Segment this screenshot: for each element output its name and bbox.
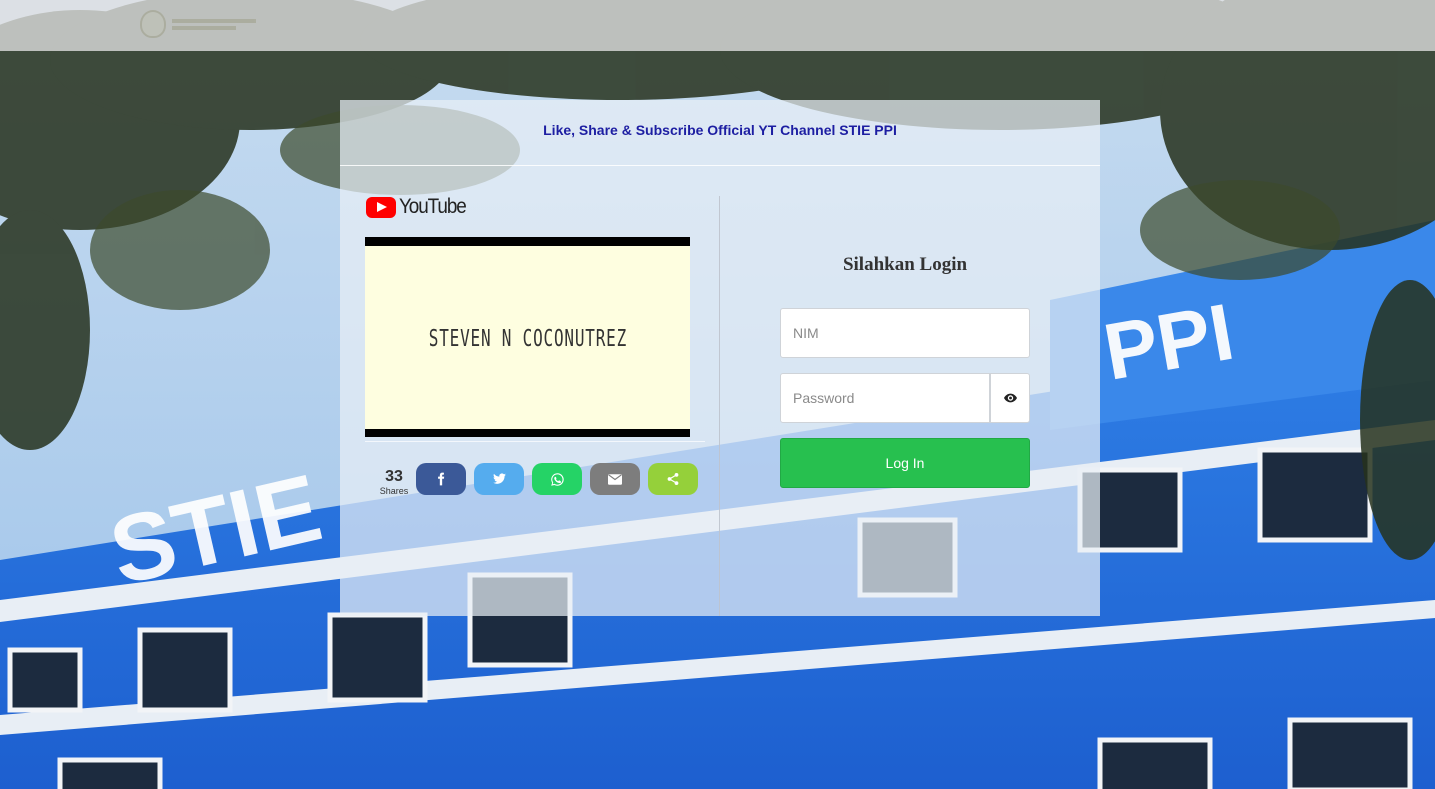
- main-panel: Like, Share & Subscribe Official YT Chan…: [340, 100, 1100, 616]
- login-button[interactable]: Log In: [780, 438, 1030, 488]
- password-input[interactable]: [780, 373, 990, 423]
- email-icon: [608, 473, 622, 485]
- toggle-password-button[interactable]: [990, 373, 1030, 423]
- share-facebook-button[interactable]: [416, 463, 466, 495]
- youtube-play-icon: [366, 196, 396, 218]
- share-icon: [667, 473, 679, 485]
- crest-icon: [140, 10, 166, 38]
- whatsapp-icon: [550, 472, 564, 486]
- promo-text: Like, Share & Subscribe Official YT Chan…: [543, 121, 897, 138]
- video-divider: [365, 441, 705, 442]
- share-count-label: Shares: [379, 486, 409, 496]
- column-divider: [719, 196, 720, 616]
- eye-icon: [1003, 393, 1017, 403]
- share-sharethis-button[interactable]: [648, 463, 698, 495]
- share-counter: 33 Shares: [376, 468, 412, 496]
- video-title-card: STEVEN N COCONUTREZ: [428, 323, 627, 352]
- video-thumbnail[interactable]: STEVEN N COCONUTREZ: [365, 246, 690, 429]
- top-navbar: [0, 0, 1435, 51]
- share-count: 33: [385, 468, 403, 485]
- youtube-logo[interactable]: YouTube: [366, 195, 473, 219]
- login-title: Silahkan Login: [842, 254, 968, 275]
- twitter-icon: [492, 473, 506, 484]
- nim-input[interactable]: [780, 308, 1030, 358]
- site-logo[interactable]: [140, 8, 270, 40]
- youtube-wordmark: YouTube: [399, 195, 467, 218]
- share-whatsapp-button[interactable]: [532, 463, 582, 495]
- share-twitter-button[interactable]: [474, 463, 524, 495]
- share-email-button[interactable]: [590, 463, 640, 495]
- panel-header: Like, Share & Subscribe Official YT Chan…: [340, 100, 1100, 166]
- facebook-icon: [438, 472, 445, 486]
- video-embed[interactable]: STEVEN N COCONUTREZ: [365, 237, 690, 437]
